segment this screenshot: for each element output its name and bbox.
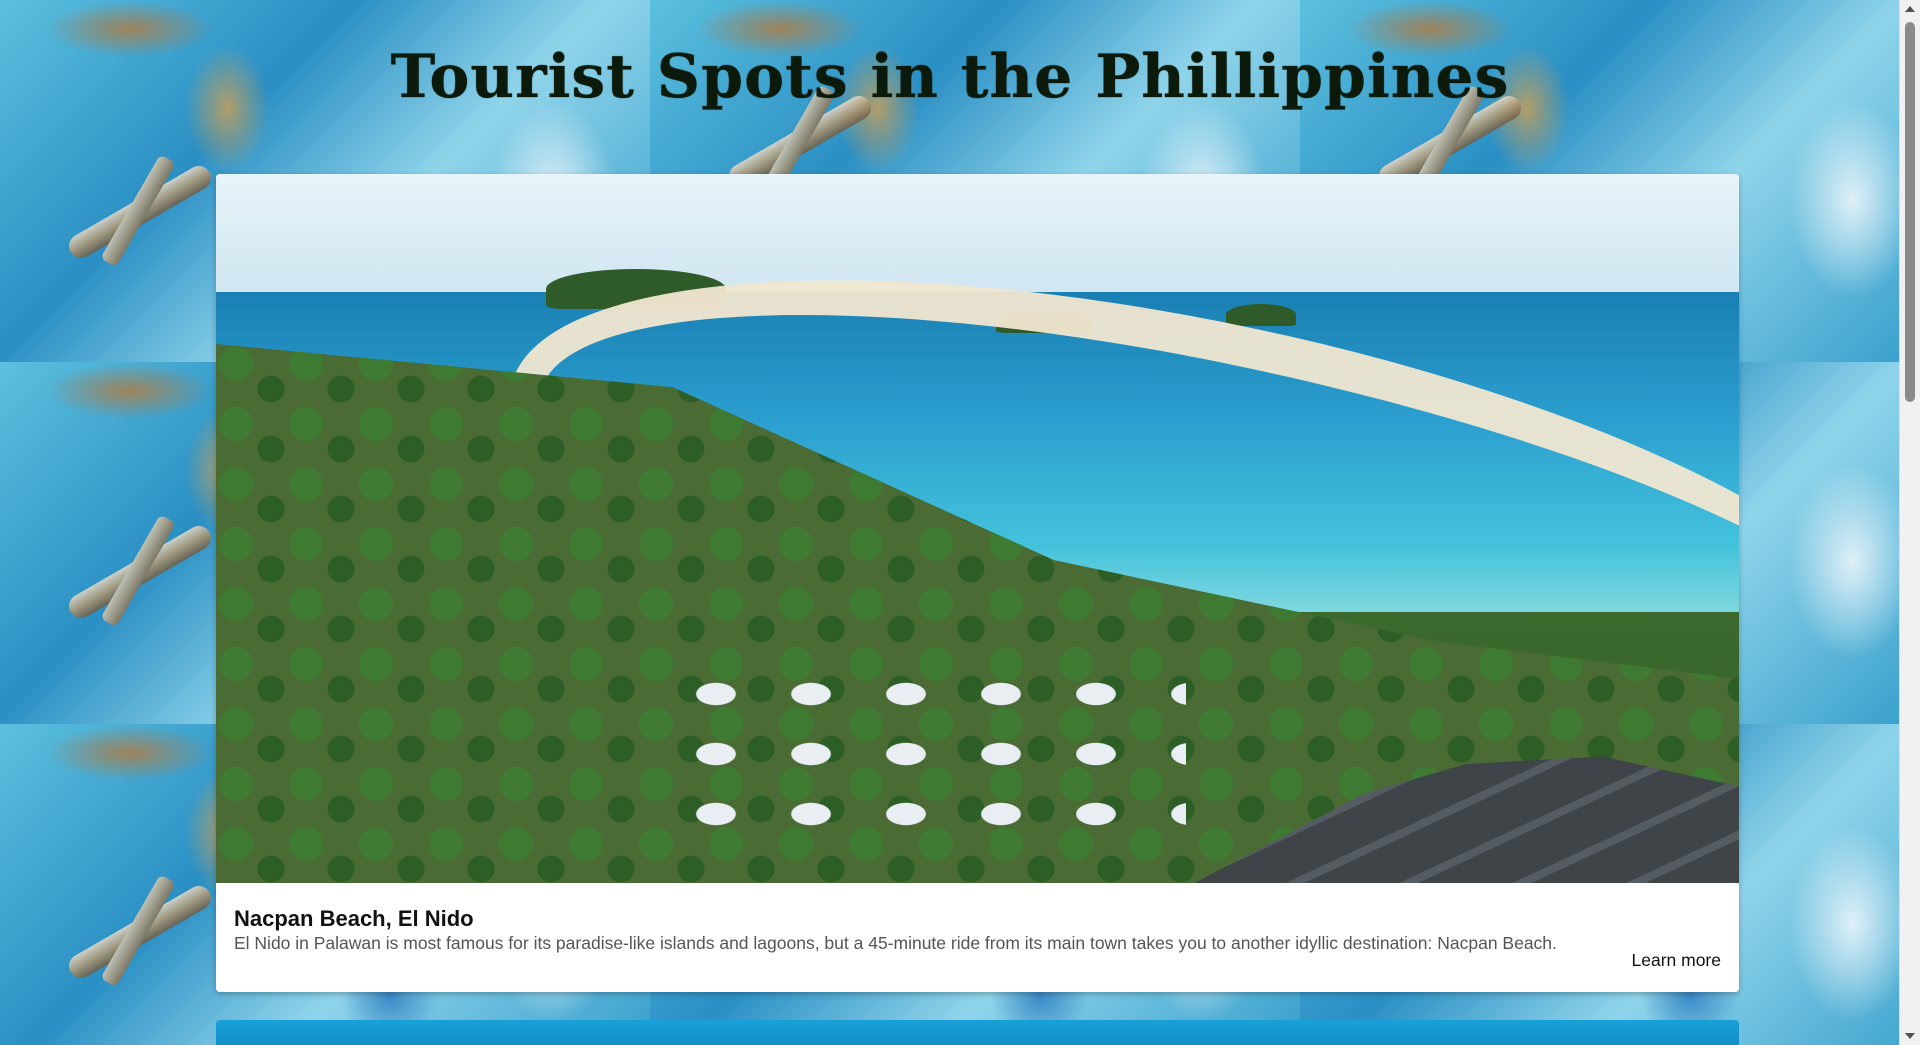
scrollbar-thumb[interactable] bbox=[1905, 22, 1915, 402]
page-title: Tourist Spots in the Phillippines bbox=[390, 42, 1510, 112]
triangle-down-icon[interactable] bbox=[1905, 1033, 1915, 1039]
tents bbox=[686, 674, 1186, 834]
airplane-decoration bbox=[64, 521, 216, 623]
card-description: El Nido in Palawan is most famous for it… bbox=[234, 933, 1557, 953]
airplane-decoration bbox=[64, 161, 216, 263]
card-title: Nacpan Beach, El Nido bbox=[234, 906, 474, 931]
learn-more-link[interactable]: Learn more bbox=[1632, 950, 1722, 971]
card-image bbox=[216, 174, 1739, 883]
next-card-preview bbox=[216, 1020, 1739, 1045]
card-body: Nacpan Beach, El Nido El Nido in Palawan… bbox=[216, 883, 1739, 992]
triangle-up-icon[interactable] bbox=[1905, 6, 1915, 12]
sky bbox=[216, 174, 1739, 294]
vertical-scrollbar[interactable] bbox=[1899, 0, 1920, 1045]
airplane-decoration bbox=[64, 881, 216, 983]
tourist-spot-card: Nacpan Beach, El Nido El Nido in Palawan… bbox=[216, 174, 1739, 992]
island bbox=[1226, 304, 1296, 326]
